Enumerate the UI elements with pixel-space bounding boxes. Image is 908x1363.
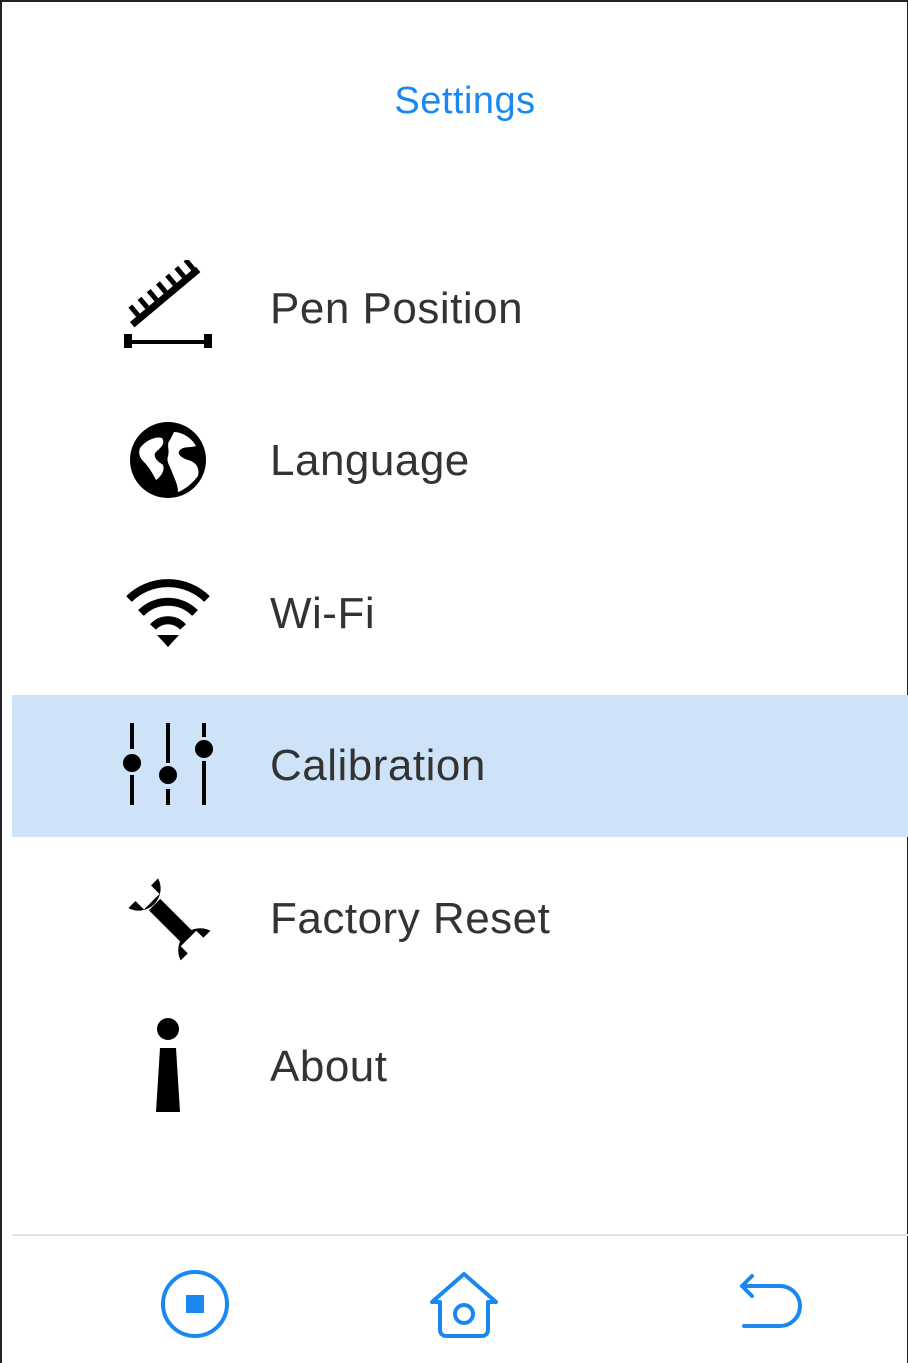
stop-icon xyxy=(159,1268,231,1345)
menu-item-wifi[interactable]: Wi-Fi xyxy=(12,543,908,685)
menu-item-calibration[interactable]: Calibration xyxy=(12,695,908,837)
wifi-icon xyxy=(118,563,218,663)
ruler-icon xyxy=(118,258,218,358)
menu-item-factory-reset[interactable]: Factory Reset xyxy=(12,848,908,990)
menu-item-pen-position[interactable]: Pen Position xyxy=(12,238,908,380)
menu-item-label: About xyxy=(270,1042,388,1091)
menu-item-label: Factory Reset xyxy=(270,894,551,943)
wrench-icon xyxy=(118,868,218,968)
menu-item-label: Pen Position xyxy=(270,284,524,333)
menu-item-language[interactable]: Language xyxy=(12,390,908,532)
home-button[interactable] xyxy=(424,1266,504,1346)
stop-button[interactable] xyxy=(155,1266,235,1346)
page-title: Settings xyxy=(394,80,536,122)
menu-item-label: Language xyxy=(270,436,470,485)
menu-item-about[interactable]: About xyxy=(12,996,908,1138)
menu-item-label: Calibration xyxy=(270,741,486,790)
globe-icon xyxy=(118,410,218,510)
info-icon xyxy=(118,1016,218,1116)
sliders-icon xyxy=(118,715,218,815)
home-icon xyxy=(428,1268,500,1345)
back-button[interactable] xyxy=(730,1266,810,1346)
back-icon xyxy=(734,1268,806,1345)
menu-item-label: Wi-Fi xyxy=(270,589,376,638)
bottom-bar-divider xyxy=(12,1234,908,1236)
